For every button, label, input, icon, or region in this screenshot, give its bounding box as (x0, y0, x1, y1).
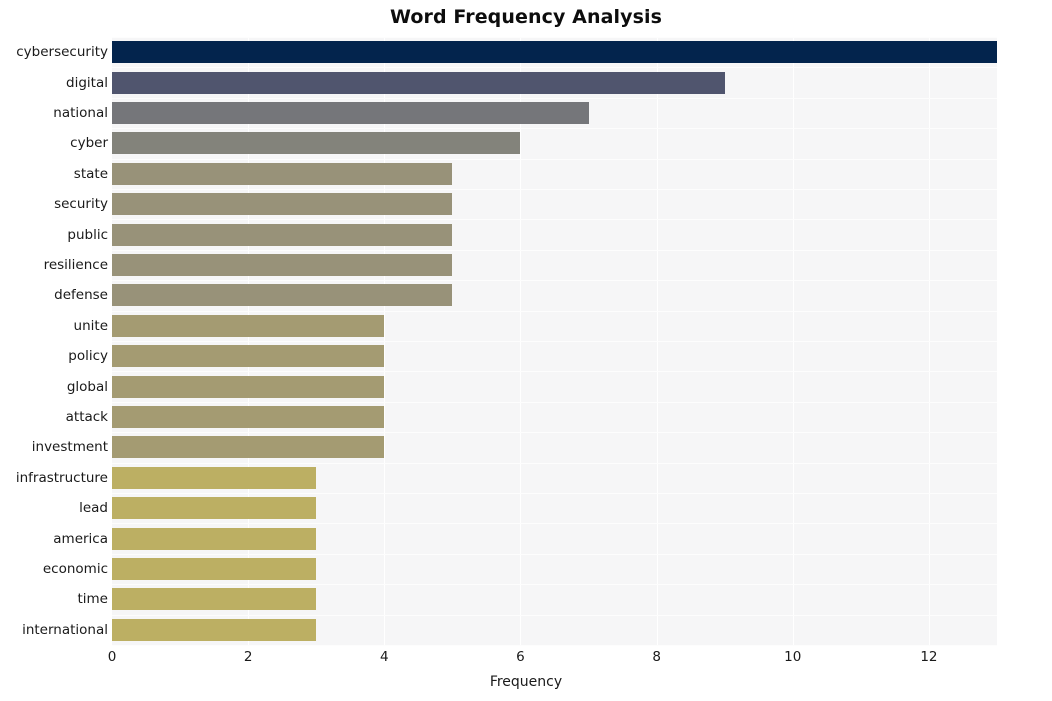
gridline-horizontal (112, 463, 997, 464)
gridline-horizontal (112, 341, 997, 342)
y-axis-tick-label: state (73, 166, 108, 182)
gridline-horizontal (112, 98, 997, 99)
bar[interactable] (112, 406, 384, 428)
x-axis-tick-label: 12 (920, 649, 938, 665)
gridline-horizontal (112, 280, 997, 281)
y-axis-tick-labels: cybersecurity digital national cyber state se… (0, 37, 108, 645)
gridline-horizontal (112, 189, 997, 190)
x-axis-tick-label: 6 (516, 649, 525, 665)
bar[interactable] (112, 163, 452, 185)
x-axis-tick-label: 8 (652, 649, 661, 665)
gridline-horizontal (112, 37, 997, 38)
bar[interactable] (112, 619, 316, 641)
y-axis-tick-label: attack (65, 409, 108, 425)
chart-figure: Word Frequency Analysis cybersecurity dig… (0, 0, 1052, 701)
y-axis-tick-label: unite (73, 318, 108, 334)
bar[interactable] (112, 588, 316, 610)
y-axis-tick-label: infrastructure (15, 470, 108, 486)
gridline-horizontal (112, 645, 997, 646)
x-axis-label: Frequency (489, 674, 563, 690)
x-axis-tick-label: 10 (784, 649, 802, 665)
y-axis-tick-label: national (53, 105, 108, 121)
gridline-horizontal (112, 584, 997, 585)
y-axis-tick-label: policy (68, 348, 108, 364)
bar[interactable] (112, 315, 384, 337)
gridline-horizontal (112, 523, 997, 524)
y-axis-tick-label: lead (79, 500, 108, 516)
y-axis-tick-label: digital (66, 75, 108, 91)
y-axis-tick-label: defense (54, 287, 108, 303)
x-axis-tick-labels: 0 2 4 6 8 10 12 (0, 649, 1052, 671)
gridline-horizontal (112, 432, 997, 433)
bar[interactable] (112, 102, 589, 124)
y-axis-tick-label: resilience (43, 257, 108, 273)
gridline-horizontal (112, 615, 997, 616)
bar[interactable] (112, 284, 452, 306)
y-axis-tick-label: investment (31, 439, 108, 455)
bar[interactable] (112, 345, 384, 367)
bar[interactable] (112, 467, 316, 489)
bar[interactable] (112, 132, 520, 154)
y-axis-tick-label: cyber (70, 135, 108, 151)
gridline-horizontal (112, 219, 997, 220)
plot-area (112, 37, 997, 646)
x-axis-tick-label: 2 (243, 649, 253, 665)
chart-title: Word Frequency Analysis (389, 6, 663, 28)
gridline-horizontal (112, 250, 997, 251)
bar[interactable] (112, 254, 452, 276)
y-axis-tick-label: public (67, 227, 108, 243)
gridline-horizontal (112, 67, 997, 68)
y-axis-tick-label: security (54, 196, 108, 212)
bar[interactable] (112, 72, 725, 94)
gridline-horizontal (112, 371, 997, 372)
y-axis-tick-label: economic (42, 561, 108, 577)
bar[interactable] (112, 376, 384, 398)
gridline-horizontal (112, 493, 997, 494)
bar[interactable] (112, 497, 316, 519)
bar[interactable] (112, 41, 997, 63)
gridline-horizontal (112, 159, 997, 160)
x-axis-tick-label: 0 (107, 649, 117, 665)
bar[interactable] (112, 528, 316, 550)
bar[interactable] (112, 224, 452, 246)
gridline-horizontal (112, 311, 997, 312)
y-axis-tick-label: cybersecurity (16, 44, 108, 60)
x-axis-tick-label: 4 (380, 649, 389, 665)
bar[interactable] (112, 558, 316, 580)
y-axis-tick-label: america (53, 531, 108, 547)
y-axis-tick-label: time (77, 591, 108, 607)
gridline-horizontal (112, 128, 997, 129)
bar[interactable] (112, 436, 384, 458)
y-axis-tick-label: global (66, 379, 108, 395)
y-axis-tick-label: international (22, 622, 108, 638)
bar[interactable] (112, 193, 452, 215)
gridline-horizontal (112, 402, 997, 403)
gridline-horizontal (112, 554, 997, 555)
